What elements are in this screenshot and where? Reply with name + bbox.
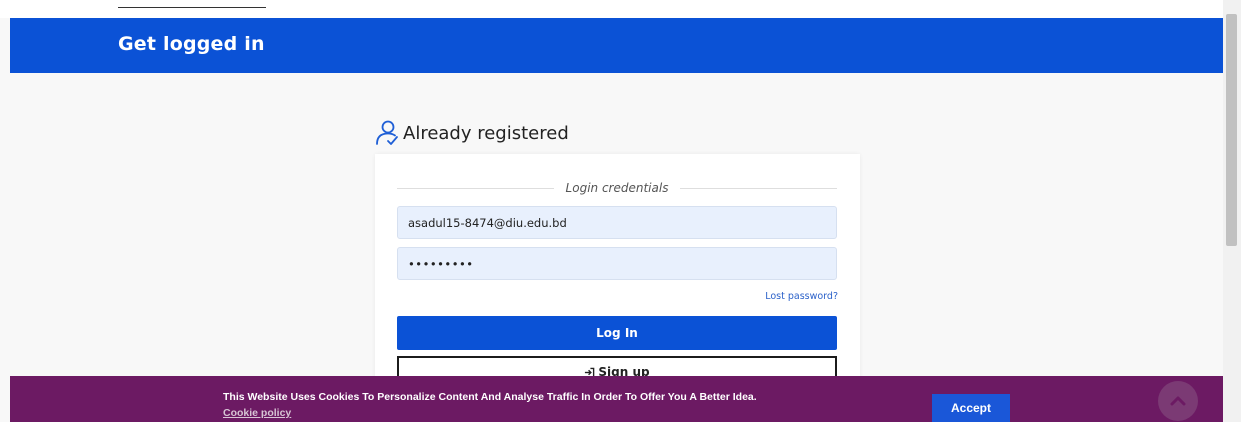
password-field[interactable]: ••••••••• <box>397 247 837 280</box>
cookie-policy-link[interactable]: Cookie policy <box>223 407 291 419</box>
page-header: Get logged in <box>10 18 1223 73</box>
scrollbar-thumb[interactable] <box>1226 14 1237 246</box>
top-strip <box>0 0 1223 18</box>
divider-label: Login credentials <box>565 181 669 195</box>
email-field[interactable]: asadul15-8474@diu.edu.bd <box>397 206 837 239</box>
login-card: Login credentials asadul15-8474@diu.edu.… <box>375 154 860 388</box>
lost-password-link[interactable]: Lost password? <box>765 291 838 302</box>
scroll-to-top-button[interactable] <box>1158 381 1198 421</box>
login-button[interactable]: Log In <box>397 316 837 350</box>
section-title: Already registered <box>403 122 569 144</box>
chevron-up-icon <box>1170 396 1186 406</box>
login-section-heading: Already registered <box>375 118 569 148</box>
cookie-banner: This Website Uses Cookies To Personalize… <box>10 376 1223 422</box>
page: Get logged in Already registered Login c… <box>0 0 1241 422</box>
user-check-icon <box>376 120 398 145</box>
accept-cookies-button[interactable]: Accept <box>932 394 1010 422</box>
credentials-divider: Login credentials <box>397 180 837 196</box>
top-underline-divider <box>118 7 266 8</box>
page-title: Get logged in <box>118 33 265 55</box>
divider-line-left <box>397 187 554 189</box>
divider-line-right <box>680 187 837 189</box>
cookie-message: This Website Uses Cookies To Personalize… <box>223 391 757 403</box>
